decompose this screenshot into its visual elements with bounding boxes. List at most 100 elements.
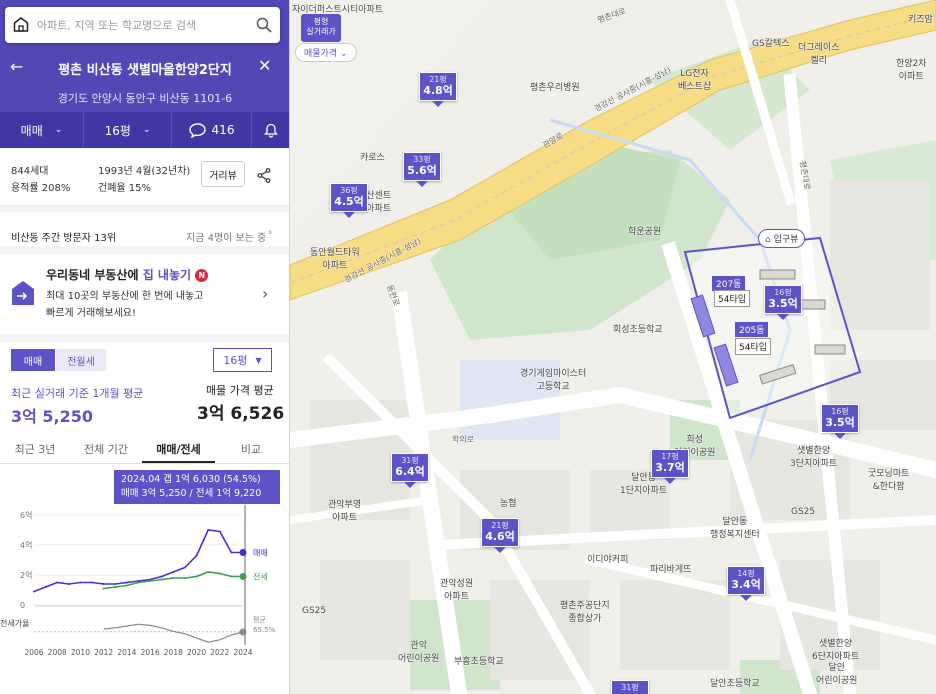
price-dropdown-label: 매물가격 [304,49,338,59]
place-label[interactable]: 키즈맘 [908,12,933,25]
place-label[interactable]: 자이더퍼스트시티아파트 [292,2,383,15]
visitor-rank: 비산동 주간 방문자 13위 [11,233,117,244]
place-label[interactable]: 샛별한양 6단지아파트 [812,636,859,662]
place-label[interactable]: 평촌우리병원 [530,80,580,93]
data-point [149,580,152,582]
size-select[interactable]: 16평 ⌄ [84,112,172,148]
place-label[interactable]: 학운공원 [628,224,661,237]
close-icon[interactable]: ✕ [258,56,271,75]
street-view-button[interactable]: 거리뷰 [201,161,245,187]
dong-205-label[interactable]: 205동 [735,322,769,337]
pin-size: 17평 [661,452,679,461]
data-point [125,584,128,587]
price-pin[interactable]: 31평— [611,680,649,694]
x-tick-label: 2010 [71,648,90,657]
pin-tail [432,101,444,107]
dong-207-label[interactable]: 207동 [712,276,746,291]
chart-size-select[interactable]: 16평 ▼ [213,348,272,372]
data-point [230,575,233,578]
chart-tooltip: 2024.04 갭 1억 6,030 (54.5%) 매매 3억 5,250 /… [114,470,280,504]
share-icon[interactable] [257,168,271,183]
place-label[interactable]: GS25 [302,606,326,616]
road-label: 학의로 [452,435,475,444]
price-pin[interactable]: 17평 3.7억 [651,449,689,484]
bell-icon [264,123,278,138]
place-label[interactable]: 평촌주공단지 종합상가 [560,598,610,624]
tab-sale-jeonse[interactable]: 매매/전세 [142,430,215,463]
price-pin[interactable]: 14평 3.4억 [727,566,765,601]
place-label[interactable]: 부흥초등학교 [454,654,504,667]
place-label[interactable]: GS25 [791,507,815,517]
place-label[interactable]: 샛별한양 3단지아파트 [790,443,837,469]
place-label[interactable]: 경기게임마이스터 고등학교 [520,366,586,392]
place-label[interactable]: 달안초등학교 [710,676,760,689]
place-label[interactable]: 이디야커피 [587,552,628,565]
map[interactable]: 평형 실거래가 매물가격 ⌄ ⌂ 입구뷰 207동 54타입 205동 54타입… [290,0,936,694]
x-tick-label: 2024 [233,648,252,657]
home-icon: ⌂ [765,235,771,245]
deal-type-select[interactable]: 매매 ⌄ [0,112,84,148]
data-point [160,578,163,581]
place-label[interactable]: GS칼텍스 [752,36,790,49]
back-arrow-icon[interactable]: ← [10,57,23,76]
x-tick-label: 2018 [164,648,183,657]
price-pin[interactable]: 16평 3.5억 [764,285,802,320]
price-pin[interactable]: 31평 6.4억 [391,453,429,488]
place-label[interactable]: 파리바게뜨 [650,562,691,575]
place-label[interactable]: 카로스 [360,150,385,163]
tab-recent-3y[interactable]: 최근 3년 [0,430,70,463]
floor-area-ratio: 용적률 208% [11,183,71,194]
pin-tail [740,595,752,601]
listing-promo-banner[interactable]: 우리동네 부동산에 집 내놓기 N 최대 10곳의 부동산에 한 번에 내놓고 … [0,246,289,334]
speech-bubble-icon [188,122,206,138]
comment-button[interactable]: 416 [172,112,252,148]
place-label[interactable]: 관악부영 아파트 [328,497,361,523]
x-tick-label: 2020 [187,648,206,657]
place-label[interactable]: 달안동 행정복지센터 [710,514,760,540]
visitor-ranking[interactable]: 비산동 주간 방문자 13위 지금 4명이 보는 중 › [0,206,289,246]
filter-chip[interactable]: 평형 실거래가 [301,14,341,42]
price-pin[interactable]: 21평 4.8억 [419,72,457,107]
tab-rent[interactable]: 전월세 [56,349,106,371]
place-label[interactable]: 달안 어린이공원 [816,660,857,686]
pin-price: 3.7억 [655,461,685,474]
place-label[interactable]: LG전자 베스트샵 [678,66,711,92]
tab-sale[interactable]: 매매 [11,349,55,371]
price-pin[interactable]: 33평 5.6억 [403,152,441,187]
promo-title-a: 우리동네 부동산에 [46,268,143,282]
place-label[interactable]: 관악 어린이공원 [398,638,439,664]
data-point [79,581,82,584]
search-bar[interactable] [5,7,280,43]
place-label[interactable]: 더그레이스 켈리 [798,40,839,66]
series-line [103,571,243,590]
tab-all-period[interactable]: 전체 기간 [70,430,142,463]
price-chart[interactable]: 6억 4억 2억 0 매매전세전세가율 평균 65.5% 2006 2008 2010 2012 20… [0,505,290,665]
pin-tail [416,181,428,187]
data-point [91,581,94,584]
price-pin[interactable]: 36평 4.5억 [330,183,368,218]
data-point [44,586,47,588]
place-label[interactable]: 동안월드타워 아파트 [310,245,360,271]
search-input[interactable] [37,18,256,32]
price-pin[interactable]: 21평 4.6억 [481,518,519,553]
data-point [114,583,117,585]
entrance-view-button[interactable]: ⌂ 입구뷰 [758,229,806,248]
search-icon[interactable] [256,17,272,33]
place-label[interactable]: 회성초등학교 [613,322,663,335]
notification-button[interactable] [252,112,289,148]
chevron-down-icon: ⌄ [142,125,151,135]
data-point [67,583,70,585]
place-label[interactable]: 농협 [500,496,517,509]
pin-size: 16평 [831,407,849,416]
price-dropdown[interactable]: 매물가격 ⌄ [295,43,357,62]
price-pin[interactable]: 16평 3.5억 [821,404,859,439]
data-point [125,581,128,584]
ratio-value: 65.5% [253,626,276,634]
pin-price: 4.6억 [485,530,515,543]
place-label[interactable]: 관악성원 아파트 [440,576,473,602]
place-label[interactable]: 한양2차 아파트 [896,56,927,82]
pin-size: 31평 [621,683,639,692]
place-label[interactable]: 굿모닝마트 &한다팜 [868,466,909,492]
tab-compare[interactable]: 비교 [215,430,287,463]
baseline [34,605,243,607]
